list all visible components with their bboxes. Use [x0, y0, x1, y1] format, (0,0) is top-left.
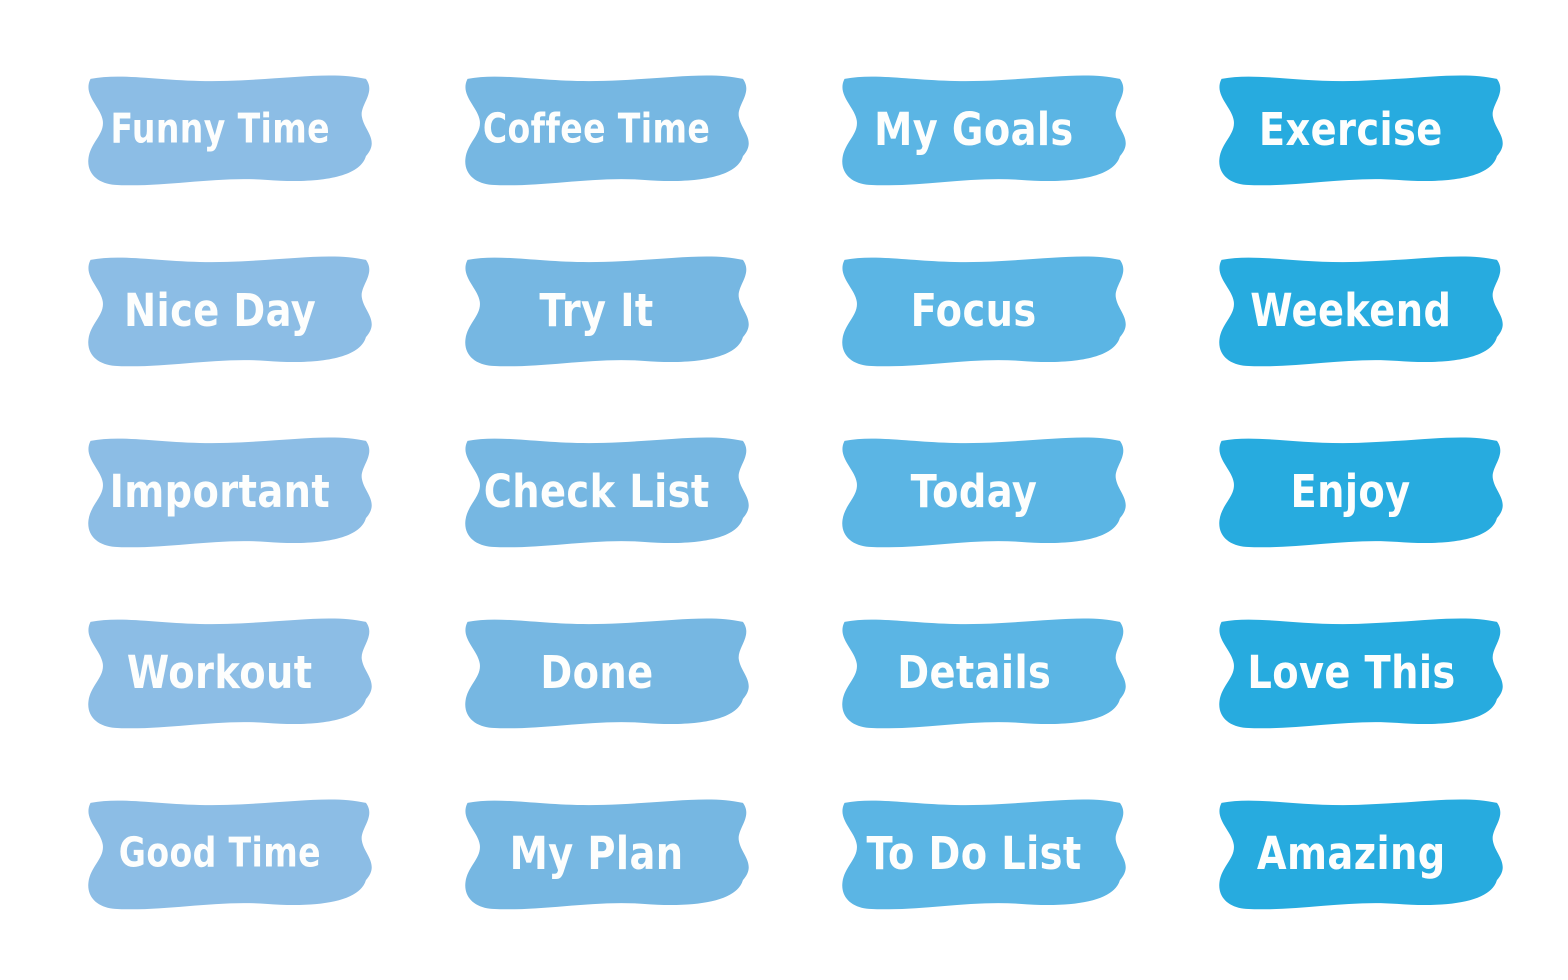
banner-funny-time[interactable]: Funny Time	[60, 67, 380, 192]
banner-amazing[interactable]: Amazing	[1191, 791, 1511, 916]
banner-good-time[interactable]: Good Time	[60, 791, 380, 916]
banner-label: Done	[540, 646, 654, 699]
banner-label: Amazing	[1256, 827, 1446, 880]
banner-label: Weekend	[1250, 284, 1452, 337]
banner-nice-day[interactable]: Nice Day	[60, 248, 380, 373]
banner-label: Enjoy	[1290, 465, 1412, 518]
banner-to-do-list[interactable]: To Do List	[814, 791, 1134, 916]
banner-label: To Do List	[866, 827, 1082, 880]
banner-label: Workout	[127, 646, 313, 699]
banner-label: Nice Day	[123, 284, 317, 337]
sticker-sheet: Funny Time Coffee Time My Goals Exercise Nic…	[0, 0, 1568, 980]
banner-my-plan[interactable]: My Plan	[437, 791, 757, 916]
banner-workout[interactable]: Workout	[60, 610, 380, 735]
banner-label: Good Time	[118, 829, 322, 877]
banner-important[interactable]: Important	[60, 429, 380, 554]
banner-label: Focus	[911, 284, 1037, 337]
banner-try-it[interactable]: Try It	[437, 248, 757, 373]
banner-grid: Funny Time Coffee Time My Goals Exercise Nic…	[0, 0, 1568, 980]
banner-enjoy[interactable]: Enjoy	[1191, 429, 1511, 554]
banner-exercise[interactable]: Exercise	[1191, 67, 1511, 192]
banner-label: My Plan	[510, 827, 684, 880]
banner-weekend[interactable]: Weekend	[1191, 248, 1511, 373]
banner-coffee-time[interactable]: Coffee Time	[437, 67, 757, 192]
banner-label: Coffee Time	[483, 105, 711, 153]
banner-check-list[interactable]: Check List	[437, 429, 757, 554]
banner-label: Try It	[539, 284, 655, 337]
banner-today[interactable]: Today	[814, 429, 1134, 554]
banner-done[interactable]: Done	[437, 610, 757, 735]
banner-label: Love This	[1246, 646, 1456, 699]
banner-label: My Goals	[874, 103, 1074, 156]
banner-love-this[interactable]: Love This	[1191, 610, 1511, 735]
banner-label: Important	[109, 465, 331, 518]
banner-my-goals[interactable]: My Goals	[814, 67, 1134, 192]
banner-label: Details	[896, 646, 1052, 699]
banner-label: Funny Time	[110, 105, 330, 153]
banner-label: Exercise	[1259, 103, 1443, 156]
banner-label: Today	[910, 465, 1038, 518]
banner-label: Check List	[484, 465, 710, 518]
banner-focus[interactable]: Focus	[814, 248, 1134, 373]
banner-details[interactable]: Details	[814, 610, 1134, 735]
